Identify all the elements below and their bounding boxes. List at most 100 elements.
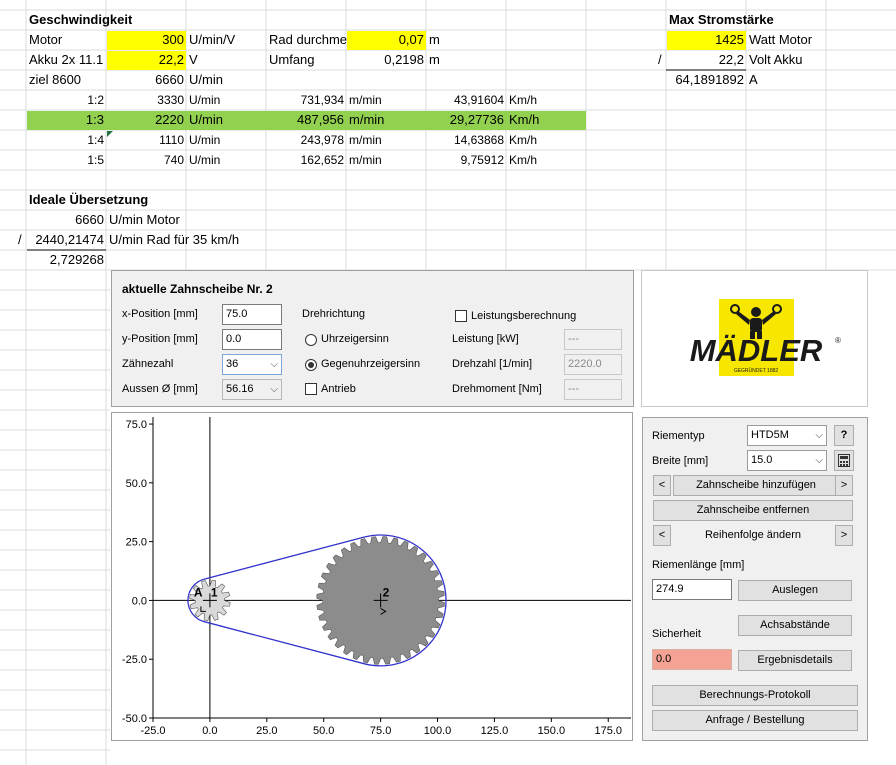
ergebnisdetails-button[interactable]: Ergebnisdetails (738, 650, 852, 671)
y-tick-label: 0.0 (132, 595, 147, 607)
ratio-mpm[interactable]: 243,978 (266, 130, 344, 150)
ratio-cell[interactable]: 1:5 (27, 150, 104, 170)
ideal-result[interactable]: 2,729268 (26, 250, 104, 270)
ratio-kmh-unit[interactable]: Km/h (509, 90, 537, 110)
drive-checkbox[interactable] (305, 383, 317, 395)
ratio-kmh[interactable]: 43,91604 (426, 90, 504, 110)
ideal-motor-label[interactable]: U/min Motor (109, 210, 180, 230)
ratio-rpm-unit[interactable]: U/min (189, 90, 220, 110)
belt-type-select[interactable]: HTD5M ⌵ (747, 425, 827, 446)
amp-value[interactable]: 64,1891892 (666, 70, 744, 90)
ratio-kmh-unit[interactable]: Km/h (509, 150, 537, 170)
ratio-mpm-unit[interactable]: m/min (349, 90, 382, 110)
strom-title[interactable]: Max Stromstärke (669, 10, 774, 30)
ratio-rpm-unit[interactable]: U/min (189, 150, 220, 170)
direction-label: Drehrichtung (302, 308, 365, 320)
ratio-mpm[interactable]: 162,652 (266, 150, 344, 170)
ratio-mpm[interactable]: 731,934 (266, 90, 344, 110)
reorder-next-button[interactable]: > (835, 525, 853, 546)
auslegen-button[interactable]: Auslegen (738, 580, 852, 601)
ratio-kmh-unit[interactable]: Km/h (509, 130, 537, 150)
speed-input[interactable]: 2220.0 (564, 354, 622, 375)
akku-label[interactable]: Akku 2x 11.1 (29, 50, 107, 70)
ratio-mpm-unit[interactable]: m/min (349, 130, 382, 150)
amp-unit[interactable]: A (749, 70, 758, 90)
x-position-input[interactable]: 75.0 (222, 304, 282, 325)
ziel-unit[interactable]: U/min (189, 70, 223, 90)
ratio-rpm[interactable]: 1110 (106, 130, 184, 150)
order-request-button[interactable]: Anfrage / Bestellung (652, 710, 858, 731)
torque-input[interactable]: --- (564, 379, 622, 400)
add-pulley-prev-button[interactable]: < (653, 475, 671, 496)
add-pulley-next-button[interactable]: > (835, 475, 853, 496)
add-pulley-button[interactable]: Zahnscheibe hinzufügen (673, 475, 839, 496)
width-select[interactable]: 15.0 ⌵ (747, 450, 827, 471)
calculation-protocol-button[interactable]: Berechnungs-Protokoll (652, 685, 858, 706)
ratio-mpm-unit[interactable]: m/min (349, 110, 384, 130)
ratio-cell[interactable]: 1:4 (27, 130, 104, 150)
umfang-value[interactable]: 0,2198 (346, 50, 424, 70)
rad-unit[interactable]: m (429, 30, 440, 50)
ziel-value[interactable]: 6660 (106, 70, 184, 90)
reorder-prev-button[interactable]: < (653, 525, 671, 546)
speed-title[interactable]: Geschwindigkeit (29, 10, 132, 30)
motor-kv-unit[interactable]: U/min/V (189, 30, 235, 50)
ideal-motor-value[interactable]: 6660 (26, 210, 104, 230)
ziel-label[interactable]: ziel 8600 (29, 70, 81, 90)
safety-value: 0.0 (652, 649, 732, 670)
clockwise-label[interactable]: Uhrzeigersinn (321, 333, 389, 345)
counterclockwise-radio[interactable] (305, 359, 317, 371)
outer-diameter-select[interactable]: 56.16 ⌵ (222, 379, 282, 400)
clockwise-radio[interactable] (305, 334, 317, 346)
motor-kv-cell[interactable]: 300 (106, 30, 184, 50)
ratio-kmh-unit[interactable]: Km/h (509, 110, 539, 130)
reorder-button[interactable]: Reihenfolge ändern (671, 525, 835, 546)
ratio-cell[interactable]: 1:3 (27, 110, 104, 130)
x-tick-label: 0.0 (202, 725, 217, 737)
drive-label[interactable]: Antrieb (321, 383, 356, 395)
ratio-mpm[interactable]: 487,956 (266, 110, 344, 130)
power-calc-checkbox[interactable] (455, 310, 467, 322)
teeth-select[interactable]: 36 ⌵ (222, 354, 282, 375)
div-sign[interactable]: / (658, 50, 662, 70)
y-tick-label: 50.0 (126, 478, 147, 490)
ideal-title[interactable]: Ideale Übersetzung (29, 190, 148, 210)
y-tick-label: -50.0 (122, 713, 147, 725)
volt-label[interactable]: Volt Akku (749, 50, 802, 70)
achsabstaende-button[interactable]: Achsabstände (738, 615, 852, 636)
ratio-rpm-unit[interactable]: U/min (189, 110, 223, 130)
layout-chart-panel: -25.0 0.0 25.0 50.0 75.0 100.0 125.0 150.0 175.0… (111, 412, 633, 741)
belt-length-input[interactable]: 274.9 (652, 579, 732, 600)
ratio-rpm[interactable]: 2220 (106, 110, 184, 130)
power-calc-label[interactable]: Leistungsberechnung (471, 310, 576, 322)
umfang-unit[interactable]: m (429, 50, 440, 70)
help-button[interactable]: ? (834, 425, 854, 446)
motor-label[interactable]: Motor (29, 30, 62, 50)
ratio-kmh[interactable]: 14,63868 (426, 130, 504, 150)
ratio-rpm[interactable]: 3330 (106, 90, 184, 110)
akku-v-cell[interactable]: 22,2 (106, 50, 184, 70)
counterclockwise-label[interactable]: Gegenuhrzeigersinn (321, 358, 420, 370)
x-tick-label: 175.0 (594, 725, 622, 737)
ideal-rad-label[interactable]: U/min Rad für 35 km/h (109, 230, 239, 250)
y-position-input[interactable]: 0.0 (222, 329, 282, 350)
ratio-rpm[interactable]: 740 (106, 150, 184, 170)
ratio-kmh[interactable]: 29,27736 (426, 110, 504, 130)
ratio-cell[interactable]: 1:2 (27, 90, 104, 110)
akku-unit[interactable]: V (189, 50, 198, 70)
ratio-mpm-unit[interactable]: m/min (349, 150, 382, 170)
ratio-rpm-unit[interactable]: U/min (189, 130, 220, 150)
pulley-layout-chart[interactable]: -25.0 0.0 25.0 50.0 75.0 100.0 125.0 150.0 175.0… (112, 413, 632, 740)
rad-label[interactable]: Rad durchmes (269, 30, 347, 50)
ideal-rad-value[interactable]: 2440,21474 (26, 230, 104, 250)
power-input[interactable]: --- (564, 329, 622, 350)
watt-value[interactable]: 1425 (666, 30, 744, 50)
umfang-label[interactable]: Umfang (269, 50, 315, 70)
calculator-button[interactable] (834, 450, 854, 471)
watt-label[interactable]: Watt Motor (749, 30, 812, 50)
ideal-div-sign[interactable]: / (18, 230, 22, 250)
rad-value[interactable]: 0,07 (346, 30, 424, 50)
ratio-kmh[interactable]: 9,75912 (426, 150, 504, 170)
remove-pulley-button[interactable]: Zahnscheibe entfernen (653, 500, 853, 521)
volt-value[interactable]: 22,2 (666, 50, 744, 70)
